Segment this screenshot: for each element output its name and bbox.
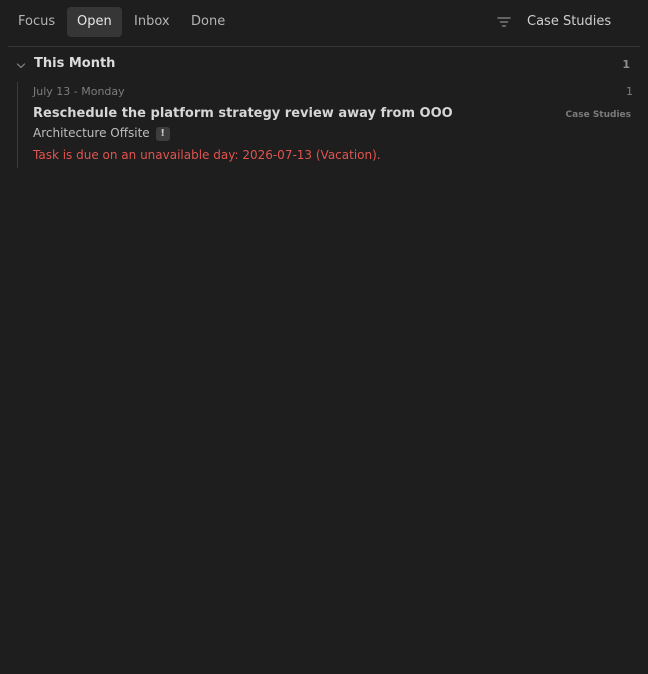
task-title[interactable]: Reschedule the platform strategy review …	[33, 106, 453, 121]
group-header-this-month[interactable]: This Month 1	[8, 54, 640, 76]
group-title: This Month	[34, 56, 116, 71]
filter-icon[interactable]	[496, 14, 512, 30]
day-count: 1	[626, 85, 633, 98]
task-item[interactable]: Reschedule the platform strategy review …	[33, 106, 633, 166]
day-section: July 13 - Monday 1 Reschedule the platfo…	[17, 82, 633, 168]
tab-inbox[interactable]: Inbox	[124, 7, 180, 37]
task-area-label: Architecture Offsite	[33, 126, 150, 140]
task-warning-message: Task is due on an unavailable day: 2026-…	[33, 148, 381, 162]
task-project-label: Case Studies	[565, 110, 631, 120]
tab-done[interactable]: Done	[181, 7, 235, 37]
view-tabs-bar: Focus Open Inbox Done Case Studies	[8, 0, 640, 47]
tab-focus[interactable]: Focus	[8, 7, 65, 37]
chevron-down-icon[interactable]	[15, 60, 27, 72]
group-count-badge: 1	[622, 58, 630, 71]
task-area-line: Architecture Offsite!	[33, 126, 170, 141]
app-window: Focus Open Inbox Done Case Studies This …	[0, 0, 648, 674]
tab-open[interactable]: Open	[67, 7, 122, 37]
project-filter-select[interactable]: Case Studies	[527, 7, 611, 37]
day-label: July 13 - Monday	[33, 85, 125, 98]
priority-badge: !	[155, 127, 170, 141]
